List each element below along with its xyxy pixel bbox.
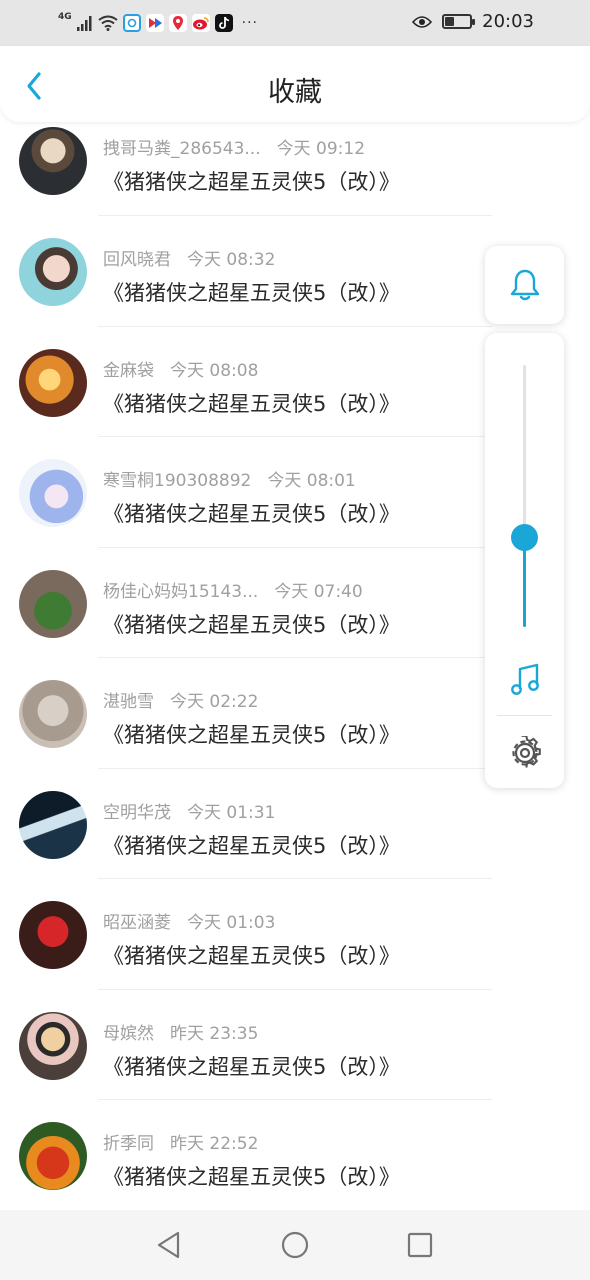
favorite-content[interactable]: 《猪猪侠之超星五灵侠5（改）》 xyxy=(103,498,400,528)
user-name[interactable]: 湛驰雪 xyxy=(103,687,154,712)
timestamp: 今天 09:12 xyxy=(276,139,366,159)
user-name[interactable]: 昭巫涵菱 xyxy=(103,908,171,933)
timestamp: 今天 08:01 xyxy=(267,471,356,491)
timestamp: 今天 02:22 xyxy=(170,692,259,712)
user-name[interactable]: 空明华茂 xyxy=(103,798,171,823)
item-meta: 折季同 昨天 22:52 xyxy=(103,1129,258,1154)
favorite-content[interactable]: 《猪猪侠之超星五灵侠5（改）》 xyxy=(103,277,400,307)
system-nav-bar xyxy=(0,1210,590,1280)
page-title: 收藏 xyxy=(268,77,322,108)
item-meta: 拽哥马粪_286543... 今天 09:12 xyxy=(103,134,365,159)
map-pin-app-icon xyxy=(168,14,187,32)
user-name[interactable]: 杨佳心妈妈15143... xyxy=(103,577,258,602)
item-meta: 金麻袋 今天 08:08 xyxy=(103,356,258,381)
volume-fill xyxy=(523,537,526,627)
back-triangle-icon[interactable] xyxy=(155,1230,183,1260)
more-notifications: ··· xyxy=(241,15,259,31)
music-note-icon[interactable] xyxy=(509,663,541,697)
timestamp: 今天 08:08 xyxy=(170,360,259,381)
network-label: 4G xyxy=(58,12,72,22)
item-meta: 回风晓君 今天 08:32 xyxy=(103,245,275,270)
recents-square-icon[interactable] xyxy=(406,1230,434,1260)
item-meta: 杨佳心妈妈15143... 今天 07:40 xyxy=(103,577,363,602)
user-name[interactable]: 金麻袋 xyxy=(103,356,154,381)
favorite-content[interactable]: 《猪猪侠之超星五灵侠5（改）》 xyxy=(103,166,400,196)
user-name[interactable]: 母嫔然 xyxy=(103,1019,154,1044)
favorite-content[interactable]: 《猪猪侠之超星五灵侠5（改）》 xyxy=(103,388,400,418)
status-right: 20:03 xyxy=(412,11,534,32)
notification-button[interactable] xyxy=(485,246,564,324)
wifi-icon xyxy=(98,15,118,31)
timestamp: 昨天 23:35 xyxy=(170,1023,259,1044)
list-item[interactable]: 昭巫涵菱 今天 01:03 《猪猪侠之超星五灵侠5（改）》 xyxy=(0,879,590,990)
avatar[interactable] xyxy=(19,569,87,638)
timestamp: 昨天 22:52 xyxy=(170,1134,259,1154)
weibo-icon xyxy=(191,14,210,32)
home-circle-icon[interactable] xyxy=(280,1230,310,1260)
browser-icon xyxy=(122,14,141,32)
volume-panel xyxy=(485,333,564,788)
list-item[interactable]: 拽哥马粪_286543... 今天 09:12 《猪猪侠之超星五灵侠5（改）》 xyxy=(0,122,590,216)
battery-icon xyxy=(442,14,476,29)
status-bar: 4G ··· 20:03 xyxy=(0,0,590,46)
item-meta: 寒雪桐190308892 今天 08:01 xyxy=(103,466,356,491)
avatar[interactable] xyxy=(19,238,87,306)
gear-icon[interactable] xyxy=(508,736,542,770)
avatar[interactable] xyxy=(19,348,87,417)
list-item[interactable]: 母嫔然 昨天 23:35 《猪猪侠之超星五灵侠5（改）》 xyxy=(0,990,590,1100)
favorite-content[interactable]: 《猪猪侠之超星五灵侠5（改）》 xyxy=(103,1051,400,1081)
favorite-content[interactable]: 《猪猪侠之超星五灵侠5（改）》 xyxy=(103,609,400,639)
eye-icon xyxy=(412,15,433,28)
favorite-content[interactable]: 《猪猪侠之超星五灵侠5（改）》 xyxy=(103,940,400,970)
bell-icon[interactable] xyxy=(509,268,541,302)
list-item[interactable]: 折季同 昨天 22:52 《猪猪侠之超星五灵侠5（改）》 xyxy=(0,1100,590,1211)
video-app-icon xyxy=(145,14,164,32)
timestamp: 今天 01:03 xyxy=(187,913,276,933)
signal-icon xyxy=(76,16,92,31)
user-name[interactable]: 回风晓君 xyxy=(103,245,171,270)
volume-slider-thumb[interactable] xyxy=(511,524,538,552)
favorite-content[interactable]: 《猪猪侠之超星五灵侠5（改）》 xyxy=(103,719,400,749)
avatar[interactable] xyxy=(19,127,87,195)
item-meta: 昭巫涵菱 今天 01:03 xyxy=(103,908,275,933)
item-meta: 湛驰雪 今天 02:22 xyxy=(103,687,258,712)
panel-divider xyxy=(497,715,552,716)
user-name[interactable]: 折季同 xyxy=(103,1129,154,1154)
tiktok-icon xyxy=(214,14,233,32)
user-name[interactable]: 拽哥马粪_286543... xyxy=(103,134,261,159)
favorite-content[interactable]: 《猪猪侠之超星五灵侠5（改）》 xyxy=(103,1161,400,1191)
item-meta: 空明华茂 今天 01:31 xyxy=(103,798,275,823)
avatar[interactable] xyxy=(19,1011,87,1080)
status-left: 4G ··· xyxy=(58,10,258,36)
avatar[interactable] xyxy=(19,459,87,527)
item-meta: 母嫔然 昨天 23:35 xyxy=(103,1019,258,1044)
avatar[interactable] xyxy=(19,1122,87,1190)
clock: 20:03 xyxy=(482,11,534,32)
favorite-content[interactable]: 《猪猪侠之超星五灵侠5（改）》 xyxy=(103,830,400,860)
avatar[interactable] xyxy=(19,680,87,748)
timestamp: 今天 07:40 xyxy=(274,581,363,602)
app-header: 收藏 xyxy=(0,46,590,122)
user-name[interactable]: 寒雪桐190308892 xyxy=(103,466,251,491)
avatar[interactable] xyxy=(19,901,87,969)
timestamp: 今天 01:31 xyxy=(187,802,276,823)
avatar[interactable] xyxy=(19,790,87,859)
timestamp: 今天 08:32 xyxy=(187,250,276,270)
